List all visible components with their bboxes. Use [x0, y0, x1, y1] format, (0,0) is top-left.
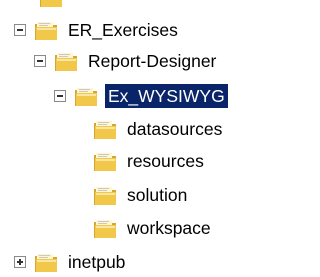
folder-icon [73, 83, 99, 109]
collapse-toggle-icon[interactable] [14, 24, 26, 36]
clipped-tree-row [0, 0, 244, 12]
tree-node-label: Report-Designer [88, 51, 217, 71]
folder-icon [92, 116, 118, 142]
expand-toggle-icon[interactable] [14, 256, 26, 268]
tree-node-label: resources [127, 151, 204, 171]
tree-node-label: workspace [127, 218, 211, 238]
tree-node-ex-wysiwyg[interactable]: Ex_WYSIWYG [54, 81, 228, 111]
collapse-toggle-icon[interactable] [34, 55, 46, 67]
tree-node-workspace[interactable]: workspace [92, 213, 214, 243]
folder-icon [38, 0, 64, 10]
tree-node-solution[interactable]: solution [92, 180, 190, 210]
tree-node-label: datasources [127, 119, 223, 139]
folder-icon [33, 249, 59, 275]
folder-icon [33, 17, 59, 43]
tree-node-label: solution [127, 185, 188, 205]
tree-node-label: inetpub [68, 252, 126, 272]
tree-node-resources[interactable]: resources [92, 146, 207, 176]
folder-icon [92, 215, 118, 241]
folder-icon [92, 148, 118, 174]
collapse-toggle-icon[interactable] [54, 90, 66, 102]
tree-node-label: ER_Exercises [68, 20, 178, 40]
tree-node-datasources[interactable]: datasources [92, 114, 225, 144]
tree-node-report-designer[interactable]: Report-Designer [34, 46, 219, 76]
tree-node-label-selected: Ex_WYSIWYG [105, 84, 228, 108]
folder-icon [53, 48, 79, 74]
tree-node-er-exercises[interactable]: ER_Exercises [14, 15, 181, 45]
folder-icon [92, 182, 118, 208]
tree-node-inetpub[interactable]: inetpub [14, 247, 128, 277]
